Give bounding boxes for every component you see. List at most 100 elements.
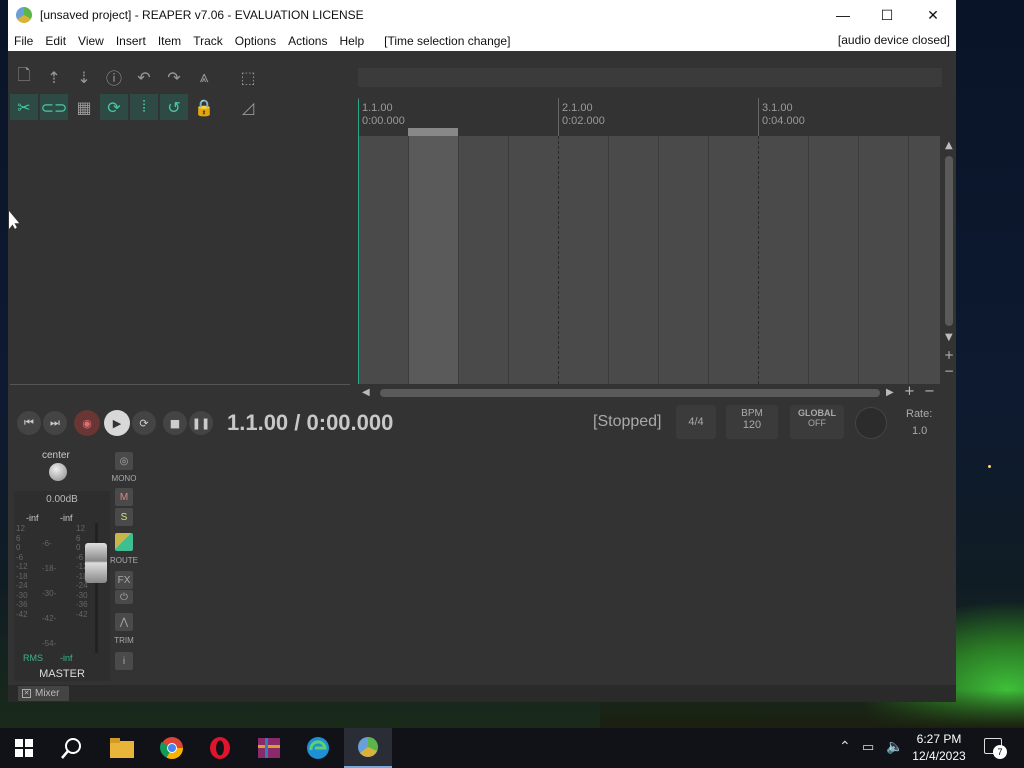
ruler-bar-label: 2.1.00 xyxy=(562,102,593,114)
winrar-icon[interactable] xyxy=(245,728,293,768)
scroll-left-icon[interactable]: ◀ xyxy=(362,387,370,398)
selection-tool-icon[interactable]: ⬚ xyxy=(234,64,262,90)
solo-button[interactable]: S xyxy=(115,508,133,526)
ruler-region-lane[interactable] xyxy=(358,68,942,87)
title-bar[interactable]: [unsaved project] - REAPER v7.06 - EVALU… xyxy=(8,0,956,30)
time-selection[interactable] xyxy=(408,136,458,384)
track-area[interactable] xyxy=(358,136,940,384)
file-explorer-icon[interactable] xyxy=(98,728,146,768)
go-to-end-icon[interactable]: ⏭ xyxy=(43,411,67,435)
mute-button[interactable]: M xyxy=(115,488,133,506)
close-docker-icon[interactable]: ✕ xyxy=(22,689,31,698)
menu-edit[interactable]: Edit xyxy=(39,34,72,48)
metronome-icon[interactable]: ⩓ xyxy=(190,64,218,90)
new-project-icon[interactable]: 🗋 xyxy=(10,64,38,90)
timeline-ruler[interactable]: 1.1.00 0:00.000 2.1.00 0:02.000 3.1.00 0… xyxy=(358,98,942,136)
reaper-taskbar-icon[interactable] xyxy=(344,728,392,768)
show-hidden-icons-icon[interactable]: ⌃ xyxy=(839,738,851,755)
pan-knob[interactable] xyxy=(49,463,67,481)
volume-muted-icon[interactable]: 🔈 xyxy=(886,738,903,755)
loop-selection-bar[interactable] xyxy=(408,128,458,136)
reaper-app-icon xyxy=(16,7,32,23)
info-button[interactable]: i xyxy=(115,652,133,670)
go-to-start-icon[interactable]: ⏮ xyxy=(17,411,41,435)
pause-button[interactable]: ❚❚ xyxy=(189,411,213,435)
window-title: [unsaved project] - REAPER v7.06 - EVALU… xyxy=(40,8,364,22)
menu-track[interactable]: Track xyxy=(187,34,229,48)
search-icon[interactable] xyxy=(48,728,96,768)
menu-view[interactable]: View xyxy=(72,34,110,48)
chrome-icon[interactable] xyxy=(148,728,196,768)
envelope-tool-icon[interactable]: ◿ xyxy=(234,94,262,120)
project-settings-icon[interactable]: ⓘ xyxy=(100,64,128,90)
save-project-icon[interactable]: ⇣ xyxy=(70,64,98,90)
notification-center-icon[interactable]: 7 xyxy=(984,738,1007,759)
zoom-out-horizontal-icon[interactable]: − xyxy=(924,384,935,399)
menu-file[interactable]: File xyxy=(8,34,39,48)
repeat-button[interactable]: ⟳ xyxy=(132,411,156,435)
volume-fader-cap[interactable] xyxy=(85,543,107,583)
master-track-name[interactable]: MASTER xyxy=(14,668,110,680)
mixer-tab[interactable]: ✕ Mixer xyxy=(18,686,70,701)
grouping-icon[interactable]: ↺ xyxy=(160,94,188,120)
play-button[interactable]: ▶ xyxy=(104,410,130,436)
position-readout[interactable]: 1.1.00 / 0:00.000 xyxy=(227,410,393,436)
snap-grid-icon[interactable]: ▦ xyxy=(70,94,98,120)
transport-bar: ⏮ ⏭ ◉ ▶ ⟳ ■ ❚❚ 1.1.00 / 0:00.000 [Stoppe… xyxy=(8,403,956,443)
auto-crossfade-icon[interactable]: ⊂⊃ xyxy=(40,94,68,120)
vertical-scrollbar[interactable]: ▲ ▼ + − xyxy=(942,136,956,384)
menu-help[interactable]: Help xyxy=(333,34,370,48)
lock-icon[interactable]: 🔒 xyxy=(190,94,218,120)
toolbar-row-1: 🗋 ⇡ ⇣ ⓘ ↶ ↷ ⩓ ⬚ xyxy=(10,64,262,90)
maximize-button[interactable]: ☐ xyxy=(864,0,910,30)
record-button[interactable]: ◉ xyxy=(74,410,100,436)
horizontal-scrollbar[interactable]: ◀ ▶ + − xyxy=(358,384,942,400)
rate-value[interactable]: 1.0 xyxy=(912,425,927,437)
menu-actions[interactable]: Actions xyxy=(282,34,333,48)
locking-icon[interactable]: ⟳ xyxy=(100,94,128,120)
open-project-icon[interactable]: ⇡ xyxy=(40,64,68,90)
master-volume[interactable]: 0.00dB xyxy=(14,494,110,505)
mono-button[interactable]: ◎ xyxy=(115,452,133,470)
scroll-right-icon[interactable]: ▶ xyxy=(886,387,894,398)
zoom-out-vertical-icon[interactable]: − xyxy=(944,364,954,378)
ruler-bar-label: 1.1.00 xyxy=(362,102,393,114)
ripple-edit-icon[interactable]: ✂ xyxy=(10,94,38,120)
opera-icon[interactable] xyxy=(196,728,244,768)
envelope-link-icon[interactable]: ⦙ xyxy=(130,94,158,120)
redo-icon[interactable]: ↷ xyxy=(160,64,188,90)
fx-bypass-icon[interactable]: ⏻ xyxy=(115,590,133,604)
vertical-scroll-thumb[interactable] xyxy=(945,156,953,326)
mixer-tab-label: Mixer xyxy=(35,688,60,699)
stop-button[interactable]: ■ xyxy=(163,411,187,435)
edge-icon[interactable] xyxy=(294,728,342,768)
track-control-panel[interactable]: 🗋 ⇡ ⇣ ⓘ ↶ ↷ ⩓ ⬚ ✂ ⊂⊃ ▦ ⟳ ⦙ ↺ 🔒 ◿ xyxy=(8,51,358,387)
rms-value: -inf xyxy=(60,653,73,663)
route-icon[interactable] xyxy=(115,533,133,551)
zoom-in-vertical-icon[interactable]: + xyxy=(944,348,954,362)
close-button[interactable]: ✕ xyxy=(910,0,956,30)
global-automation-box[interactable]: GLOBAL OFF xyxy=(790,405,844,439)
scroll-up-icon[interactable]: ▲ xyxy=(945,140,953,151)
fx-button[interactable]: FX xyxy=(115,571,133,589)
minimize-button[interactable]: — xyxy=(820,0,866,30)
network-icon[interactable]: ▭ xyxy=(862,739,874,755)
docker-tab-bar: ✕ Mixer xyxy=(8,685,956,702)
menu-insert[interactable]: Insert xyxy=(110,34,152,48)
master-track-strip[interactable]: 0.00dB -inf -inf 12 6 0 -6 -12 -18 -24 -30 -36… xyxy=(14,491,110,681)
menu-item[interactable]: Item xyxy=(152,34,187,48)
arrange-view[interactable]: 1.1.00 0:00.000 2.1.00 0:02.000 3.1.00 0… xyxy=(358,68,956,403)
scroll-down-icon[interactable]: ▼ xyxy=(945,332,953,343)
start-icon[interactable] xyxy=(0,728,48,768)
undo-icon[interactable]: ↶ xyxy=(130,64,158,90)
bpm-box[interactable]: BPM 120 xyxy=(726,405,778,439)
time-signature-box[interactable]: 4/4 xyxy=(676,405,716,439)
trim-icon[interactable]: ⋀ xyxy=(115,613,133,631)
zoom-in-horizontal-icon[interactable]: + xyxy=(904,384,915,399)
audio-device-status[interactable]: [audio device closed] xyxy=(838,33,950,47)
edit-cursor xyxy=(358,100,359,384)
horizontal-scroll-thumb[interactable] xyxy=(380,389,880,397)
menu-options[interactable]: Options xyxy=(229,34,282,48)
taskbar-clock[interactable]: 6:27 PM 12/4/2023 xyxy=(910,731,968,765)
playrate-knob[interactable] xyxy=(855,407,887,439)
